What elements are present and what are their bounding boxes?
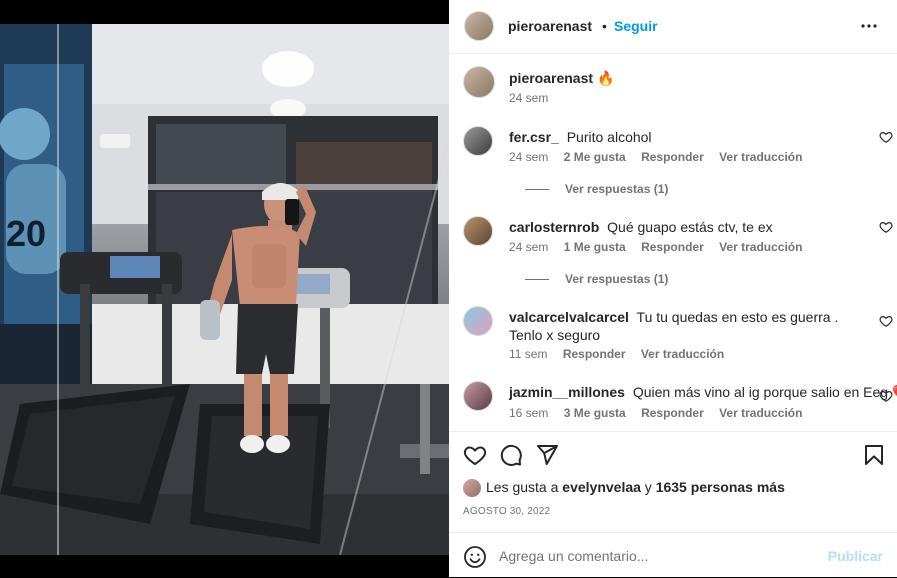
comment-avatar[interactable]: [463, 381, 493, 411]
add-comment-bar: Publicar: [449, 532, 897, 578]
likes-prefix: Les gusta a: [486, 479, 559, 495]
comment-time: 16 sem: [509, 406, 549, 420]
replies-line: [525, 279, 549, 281]
author-username[interactable]: pieroarenast: [508, 18, 592, 34]
likes-summary: Les gusta a evelynvelaa y 1635 personas …: [463, 479, 785, 498]
fire-emoji: 🔥: [596, 70, 615, 86]
translate-button[interactable]: Ver traducción: [641, 347, 724, 361]
comment-username[interactable]: carlosternrob: [509, 219, 599, 235]
comment-time: 11 sem: [509, 347, 548, 361]
follow-button[interactable]: Seguir: [614, 18, 658, 34]
comment-avatar[interactable]: [463, 126, 493, 156]
gym-selfie-image: 20: [0, 24, 449, 555]
view-replies-button[interactable]: Ver respuestas (1): [525, 272, 668, 286]
comment-text: Qué guapo estás ctv, te ex: [607, 219, 773, 235]
comment-text: Quien más vino al ig porque salio en Eeg: [632, 384, 889, 400]
emoji-icon[interactable]: [463, 545, 487, 569]
view-replies-label: Ver respuestas (1): [565, 272, 669, 286]
separator-dot: •: [602, 18, 607, 34]
post-header: pieroarenast • Seguir: [449, 0, 897, 54]
reply-button[interactable]: Responder: [641, 240, 704, 254]
post-actions: [449, 431, 897, 474]
view-replies-label: Ver respuestas (1): [565, 182, 669, 196]
heart-icon[interactable]: [879, 220, 893, 234]
reply-button[interactable]: Responder: [641, 150, 704, 164]
comment-icon[interactable]: [499, 443, 523, 467]
caption-text: pieroarenast 🔥: [509, 70, 614, 87]
comment-avatar[interactable]: [463, 306, 493, 336]
translate-button[interactable]: Ver traducción: [719, 150, 802, 164]
publish-button[interactable]: Publicar: [828, 548, 883, 564]
post-side-panel: pieroarenast • Seguir pieroarenast 🔥 24 …: [449, 0, 897, 577]
liker-username[interactable]: evelynvelaa: [562, 479, 641, 495]
heart-icon[interactable]: [463, 443, 487, 467]
comment-username[interactable]: jazmin__millones: [509, 384, 625, 400]
post-photo[interactable]: 20: [0, 24, 449, 555]
heart-icon[interactable]: [879, 314, 893, 328]
comment-likes[interactable]: 1 Me gusta: [564, 240, 626, 254]
bookmark-icon[interactable]: [862, 443, 886, 467]
comment-likes[interactable]: 3 Me gusta: [564, 406, 626, 420]
comment-text: Purito alcohol: [566, 129, 652, 145]
mural-text: 20: [6, 213, 46, 254]
likes-conjunction: y: [644, 479, 652, 495]
view-replies-button[interactable]: Ver respuestas (1): [525, 182, 668, 196]
post-date: AGOSTO 30, 2022: [463, 506, 551, 517]
likes-others-link[interactable]: 1635 personas más: [656, 479, 785, 495]
comment-meta: 24 sem 2 Me gusta Responder Ver traducci…: [509, 150, 814, 164]
comment-meta: 16 sem 3 Me gusta Responder Ver traducci…: [509, 406, 814, 420]
comment-username[interactable]: fer.csr_: [509, 129, 559, 145]
translate-button[interactable]: Ver traducción: [719, 240, 802, 254]
comment-username[interactable]: valcarcelvalcarcel: [509, 309, 629, 325]
comment-meta: 11 sem Responder Ver traducción: [509, 347, 736, 361]
reply-button[interactable]: Responder: [641, 406, 704, 420]
translate-button[interactable]: Ver traducción: [719, 406, 802, 420]
comment-body: carlosternrob Qué guapo estás ctv, te ex: [509, 218, 839, 236]
author-avatar[interactable]: [464, 11, 494, 41]
comment-meta: 24 sem 1 Me gusta Responder Ver traducci…: [509, 240, 814, 254]
comment-avatar[interactable]: [463, 216, 493, 246]
comment-body: fer.csr_ Purito alcohol: [509, 128, 839, 146]
reply-button[interactable]: Responder: [563, 347, 626, 361]
heart-icon[interactable]: [879, 389, 893, 403]
comment-time: 24 sem: [509, 240, 549, 254]
liker-avatar[interactable]: [463, 479, 481, 498]
post-photo-area: 20: [0, 0, 449, 577]
more-horizontal-icon[interactable]: [857, 14, 881, 38]
comment-input[interactable]: [499, 546, 819, 566]
comment-body: jazmin__millones Quien más vino al ig po…: [509, 383, 897, 401]
comment-likes[interactable]: 2 Me gusta: [564, 150, 626, 164]
heart-icon[interactable]: [879, 130, 893, 144]
comment-body: valcarcelvalcarcel Tu tu quedas en esto …: [509, 308, 849, 344]
comment-time: 24 sem: [509, 150, 549, 164]
caption-username[interactable]: pieroarenast: [509, 70, 593, 86]
send-icon[interactable]: [535, 443, 559, 467]
replies-line: [525, 189, 549, 191]
caption-time: 24 sem: [509, 91, 549, 105]
caption-avatar[interactable]: [463, 66, 495, 98]
